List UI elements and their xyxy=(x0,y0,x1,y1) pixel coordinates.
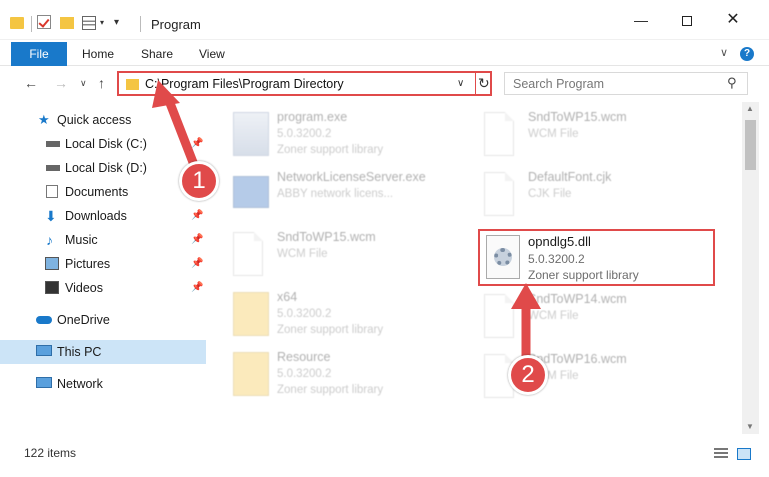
dll-gear-icon xyxy=(494,248,512,266)
folder-icon xyxy=(233,352,269,396)
large-icons-view-icon[interactable] xyxy=(737,448,751,460)
file-item[interactable]: SndToWP14.wcm WCM File xyxy=(480,288,730,348)
ribbon-tabs: File Home Share View ∨ ? xyxy=(0,42,769,66)
folder-icon xyxy=(126,79,139,90)
divider xyxy=(31,16,32,32)
videos-icon xyxy=(45,281,59,294)
item-count: 122 items xyxy=(24,446,77,460)
up-arrow-icon[interactable]: ↑ xyxy=(98,75,105,91)
pin-icon[interactable]: 📌 xyxy=(191,132,203,156)
chevron-down-icon[interactable]: ∨ xyxy=(720,46,728,59)
folder-icon xyxy=(233,292,269,336)
dll-file-icon xyxy=(486,235,520,279)
chevron-down-icon[interactable]: ∨ xyxy=(457,78,464,89)
address-bar[interactable]: C:\Program Files\Program Directory ∨ ↻ xyxy=(117,71,492,96)
drive-icon xyxy=(46,141,60,147)
maximize-button[interactable] xyxy=(664,0,710,40)
minimize-button[interactable]: — xyxy=(618,0,664,40)
search-icon[interactable]: ⚲ xyxy=(727,75,737,91)
chevron-down-icon[interactable]: ▾ xyxy=(100,18,104,36)
refresh-icon[interactable]: ↻ xyxy=(478,75,490,92)
window-icon xyxy=(233,176,269,208)
navigation-bar: ← → ∨ ↑ C:\Program Files\Program Directo… xyxy=(0,67,769,100)
star-icon: ★ xyxy=(38,112,50,127)
download-icon: ⬇ xyxy=(45,208,57,224)
document-icon xyxy=(484,172,514,216)
sidebar-item-pictures[interactable]: Pictures 📌 xyxy=(0,252,206,276)
tab-home[interactable]: Home xyxy=(82,42,114,66)
properties-icon[interactable] xyxy=(82,16,96,30)
exe-icon xyxy=(233,112,269,156)
divider xyxy=(475,73,476,94)
back-arrow-icon[interactable]: ← xyxy=(24,75,38,91)
close-button[interactable]: ✕ xyxy=(710,0,756,40)
sidebar-item-local-disk-d[interactable]: Local Disk (D:) xyxy=(0,156,206,180)
navigation-pane: ★ Quick access Local Disk (C:) 📌 Local D… xyxy=(0,102,206,434)
recent-locations-icon[interactable]: ∨ xyxy=(80,78,87,89)
sidebar-item-downloads[interactable]: ⬇ Downloads 📌 xyxy=(0,204,206,228)
music-icon: ♪ xyxy=(46,232,53,248)
sidebar-item-local-disk-c[interactable]: Local Disk (C:) 📌 xyxy=(0,132,206,156)
folder-icon[interactable] xyxy=(10,17,24,29)
pc-icon xyxy=(36,345,52,356)
tab-share[interactable]: Share xyxy=(141,42,173,66)
documents-icon xyxy=(46,185,58,198)
sidebar-item-music[interactable]: ♪ Music 📌 xyxy=(0,228,206,252)
document-icon xyxy=(484,294,514,338)
help-icon[interactable]: ? xyxy=(740,47,754,61)
details-view-icon[interactable] xyxy=(714,448,728,460)
address-path[interactable]: C:\Program Files\Program Directory xyxy=(145,77,344,91)
document-icon xyxy=(233,232,263,276)
sidebar-item-documents[interactable]: Documents xyxy=(0,180,206,204)
scroll-thumb[interactable] xyxy=(745,120,756,170)
step-badge-1: 1 xyxy=(179,161,219,201)
search-placeholder: Search Program xyxy=(513,77,605,91)
step-badge-2: 2 xyxy=(508,355,548,395)
file-name: opndlg5.dll xyxy=(528,234,591,249)
tab-view[interactable]: View xyxy=(199,42,225,66)
file-item[interactable]: SndToWP15.wcm WCM File xyxy=(480,106,730,166)
tab-file[interactable]: File xyxy=(11,42,67,66)
file-item[interactable]: NetworkLicenseServer.exe ABBY network li… xyxy=(229,166,479,226)
sidebar-item-quick-access[interactable]: ★ Quick access xyxy=(0,108,206,132)
folder-item[interactable]: x64 5.0.3200.2 Zoner support library xyxy=(229,286,479,346)
pictures-icon xyxy=(45,257,59,270)
sidebar-item-videos[interactable]: Videos 📌 xyxy=(0,276,206,300)
network-icon xyxy=(36,377,52,388)
file-item[interactable]: SndToWP15.wcm WCM File xyxy=(229,226,479,286)
customize-quick-access-icon[interactable]: ▾ xyxy=(114,17,119,35)
drive-icon xyxy=(46,165,60,171)
cloud-icon xyxy=(36,316,52,324)
scroll-up-icon[interactable]: ▲ xyxy=(746,104,754,113)
pin-icon[interactable]: 📌 xyxy=(191,228,203,252)
highlighted-file-opndlg5-dll[interactable]: opndlg5.dll 5.0.3200.2 Zoner support lib… xyxy=(478,229,715,286)
scroll-down-icon[interactable]: ▼ xyxy=(746,422,754,431)
document-icon xyxy=(484,112,514,156)
file-item[interactable]: DefaultFont.cjk CJK File xyxy=(480,166,730,226)
forward-arrow-icon[interactable]: → xyxy=(54,75,68,91)
properties-check-icon[interactable] xyxy=(37,15,51,29)
file-item[interactable]: program.exe 5.0.3200.2 Zoner support lib… xyxy=(229,106,479,166)
title-bar: ▾ ▾ Program — ✕ xyxy=(0,0,769,40)
sidebar-item-network[interactable]: Network xyxy=(0,372,206,396)
search-input[interactable]: Search Program ⚲ xyxy=(504,72,748,95)
window-title: Program xyxy=(151,17,201,32)
file-version: 5.0.3200.2 xyxy=(528,252,585,266)
divider xyxy=(140,16,141,32)
pin-icon[interactable]: 📌 xyxy=(191,252,203,276)
pin-icon[interactable]: 📌 xyxy=(191,204,203,228)
folder-item[interactable]: Resource 5.0.3200.2 Zoner support librar… xyxy=(229,346,479,406)
status-bar: 122 items xyxy=(0,442,769,466)
sidebar-item-onedrive[interactable]: OneDrive xyxy=(0,308,206,332)
sidebar-item-this-pc[interactable]: This PC xyxy=(0,340,206,364)
new-folder-icon[interactable] xyxy=(60,17,74,29)
vertical-scrollbar[interactable]: ▲ ▼ xyxy=(742,102,759,434)
pin-icon[interactable]: 📌 xyxy=(191,276,203,300)
file-description: Zoner support library xyxy=(528,268,639,282)
